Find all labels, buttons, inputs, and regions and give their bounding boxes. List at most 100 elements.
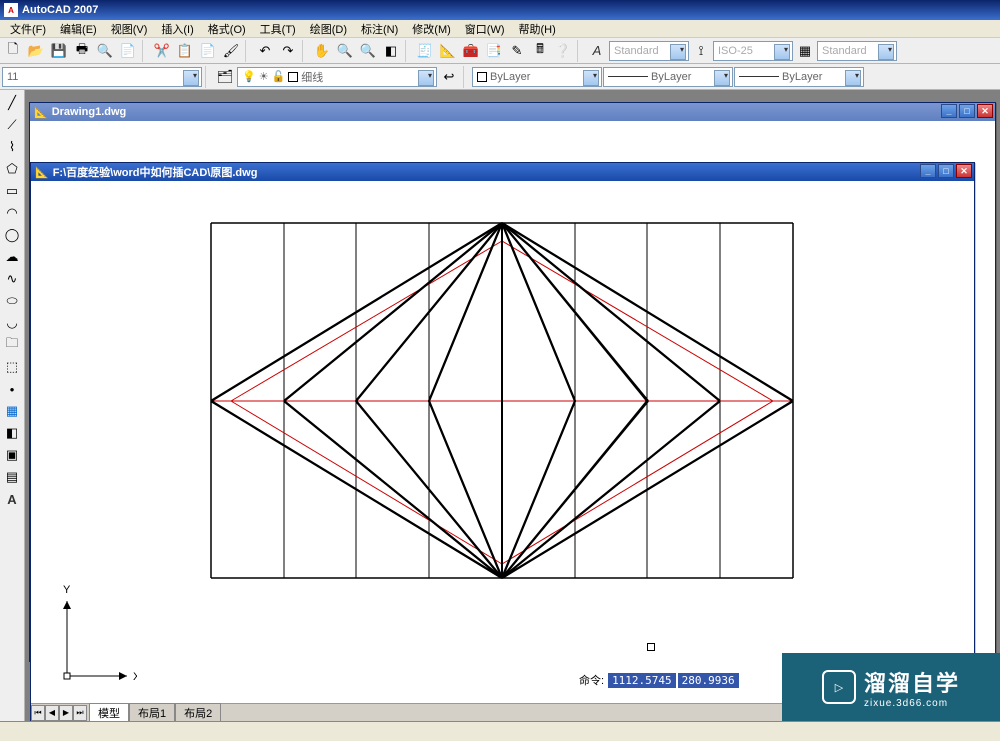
layer-combo[interactable]: 💡 ☀ 🔓 细线	[237, 67, 437, 87]
watermark: ▷ 溜溜自学 zixue.3d66.com	[782, 653, 1000, 721]
revcloud-icon[interactable]: ☁	[1, 246, 23, 268]
circle-icon[interactable]: ◯	[1, 224, 23, 246]
table-style-combo[interactable]: Standard	[817, 41, 897, 61]
doc-title: F:\百度经验\word中如何插CAD\原图.dwg	[53, 164, 258, 180]
lock-icon: 🔓	[272, 70, 286, 83]
point-icon[interactable]: •	[1, 378, 23, 400]
cut-icon[interactable]: ✂️	[151, 40, 173, 62]
rectangle-icon[interactable]: ▭	[1, 180, 23, 202]
pline-icon[interactable]: ⌇	[1, 136, 23, 158]
dc-icon[interactable]: 📐	[437, 40, 459, 62]
app-icon: A	[4, 3, 18, 17]
menu-insert[interactable]: 插入(I)	[155, 20, 199, 38]
dim-style-icon[interactable]: ⟟	[690, 40, 712, 62]
table-icon[interactable]: ▤	[1, 466, 23, 488]
minimize-button[interactable]: _	[920, 164, 936, 178]
window-controls: _ □ ✕	[920, 164, 972, 178]
menu-tools[interactable]: 工具(T)	[254, 20, 302, 38]
zoom-win-icon[interactable]: ◧	[380, 40, 402, 62]
help-icon[interactable]: ❔	[552, 40, 574, 62]
menu-file[interactable]: 文件(F)	[4, 20, 52, 38]
properties-icon[interactable]: 🧾	[414, 40, 436, 62]
menu-modify[interactable]: 修改(M)	[406, 20, 457, 38]
tab-layout2[interactable]: 布局2	[175, 703, 221, 722]
separator	[577, 40, 583, 62]
line-sample-icon	[608, 76, 648, 77]
doc-title: Drawing1.dwg	[52, 106, 127, 118]
preview-icon[interactable]: 🔍	[94, 40, 116, 62]
lweight-label: ByLayer	[782, 71, 822, 83]
open-icon[interactable]: 📂	[25, 40, 47, 62]
hatch-icon[interactable]: ▦	[1, 400, 23, 422]
spline-icon[interactable]: ∿	[1, 268, 23, 290]
dim-style-combo[interactable]: ISO-25	[713, 41, 793, 61]
table-style-icon[interactable]: ▦	[794, 40, 816, 62]
calc-icon[interactable]: 🖩	[529, 40, 551, 62]
publish-icon[interactable]: 📄	[117, 40, 139, 62]
tab-first-button[interactable]: ⏮	[31, 705, 45, 721]
maximize-button[interactable]: □	[959, 104, 975, 118]
minimize-button[interactable]: _	[941, 104, 957, 118]
text-style-icon[interactable]: A	[586, 40, 608, 62]
menu-help[interactable]: 帮助(H)	[513, 20, 562, 38]
polygon-icon[interactable]: ⬠	[1, 158, 23, 180]
tab-prev-button[interactable]: ◀	[45, 705, 59, 721]
make-block-icon[interactable]: ⬚	[1, 356, 23, 378]
ssm-icon[interactable]: 📑	[483, 40, 505, 62]
separator	[463, 66, 469, 88]
gradient-icon[interactable]: ◧	[1, 422, 23, 444]
linetype-combo[interactable]: ByLayer	[603, 67, 733, 87]
ellipse-arc-icon[interactable]: ◡	[1, 312, 23, 334]
redo-icon[interactable]: ↷	[277, 40, 299, 62]
tab-layout1[interactable]: 布局1	[129, 703, 175, 722]
paste-icon[interactable]: 📄	[197, 40, 219, 62]
ellipse-icon[interactable]: ⬭	[1, 290, 23, 312]
color-combo[interactable]: ByLayer	[472, 67, 602, 87]
drawing-canvas[interactable]: X Y 命令: 1112.5745 280.9936 ⏮ ◀ ▶ ⏭ 模型	[31, 181, 974, 721]
menu-draw[interactable]: 绘图(D)	[304, 20, 353, 38]
text-style-combo[interactable]: Standard	[609, 41, 689, 61]
watermark-sub: zixue.3d66.com	[864, 698, 960, 709]
sun-icon: ☀	[259, 70, 269, 83]
menu-window[interactable]: 窗口(W)	[459, 20, 511, 38]
markup-icon[interactable]: ✎	[506, 40, 528, 62]
undo-icon[interactable]: ↶	[254, 40, 276, 62]
save-icon[interactable]: 💾	[48, 40, 70, 62]
menu-view[interactable]: 视图(V)	[105, 20, 154, 38]
xline-icon[interactable]: ⟋	[1, 114, 23, 136]
print-icon[interactable]: 🖶	[71, 40, 93, 62]
layer-manager-icon[interactable]: 🗂	[214, 66, 236, 88]
maximize-button[interactable]: □	[938, 164, 954, 178]
mdi-area: ╱ ⟋ ⌇ ⬠ ▭ ◠ ◯ ☁ ∿ ⬭ ◡ 🗀 ⬚ • ▦ ◧ ▣ ▤ A 📐 …	[0, 90, 1000, 721]
doc-window-active[interactable]: 📐 F:\百度经验\word中如何插CAD\原图.dwg _ □ ✕ X Y	[30, 162, 975, 722]
layer-prev-icon[interactable]: ↩	[438, 66, 460, 88]
new-icon[interactable]: 🗋	[2, 40, 24, 62]
tab-next-button[interactable]: ▶	[59, 705, 73, 721]
mtext-icon[interactable]: A	[1, 488, 23, 510]
insert-block-icon[interactable]: 🗀	[1, 334, 23, 356]
match-icon[interactable]: 🖌	[220, 40, 242, 62]
arc-icon[interactable]: ◠	[1, 202, 23, 224]
linetype-label: ByLayer	[651, 71, 691, 83]
zoom-rt-icon[interactable]: 🔍	[334, 40, 356, 62]
doc-titlebar-inactive[interactable]: 📐 Drawing1.dwg _ □ ✕	[30, 103, 995, 121]
menu-dimension[interactable]: 标注(N)	[355, 20, 404, 38]
command-display: 命令: 1112.5745 280.9936	[577, 671, 739, 689]
window-controls: _ □ ✕	[941, 104, 993, 118]
menu-edit[interactable]: 编辑(E)	[54, 20, 103, 38]
lweight-combo[interactable]: ByLayer	[734, 67, 864, 87]
close-button[interactable]: ✕	[977, 104, 993, 118]
region-icon[interactable]: ▣	[1, 444, 23, 466]
color-box-icon	[477, 72, 487, 82]
toolpal-icon[interactable]: 🧰	[460, 40, 482, 62]
tab-model[interactable]: 模型	[89, 703, 129, 722]
copy-icon[interactable]: 📋	[174, 40, 196, 62]
line-icon[interactable]: ╱	[1, 92, 23, 114]
lineweight-combo[interactable]: 11	[2, 67, 202, 87]
close-button[interactable]: ✕	[956, 164, 972, 178]
zoom-prev-icon[interactable]: 🔍	[357, 40, 379, 62]
tab-last-button[interactable]: ⏭	[73, 705, 87, 721]
pan-icon[interactable]: ✋	[311, 40, 333, 62]
doc-titlebar-active[interactable]: 📐 F:\百度经验\word中如何插CAD\原图.dwg _ □ ✕	[31, 163, 974, 181]
menu-format[interactable]: 格式(O)	[202, 20, 252, 38]
